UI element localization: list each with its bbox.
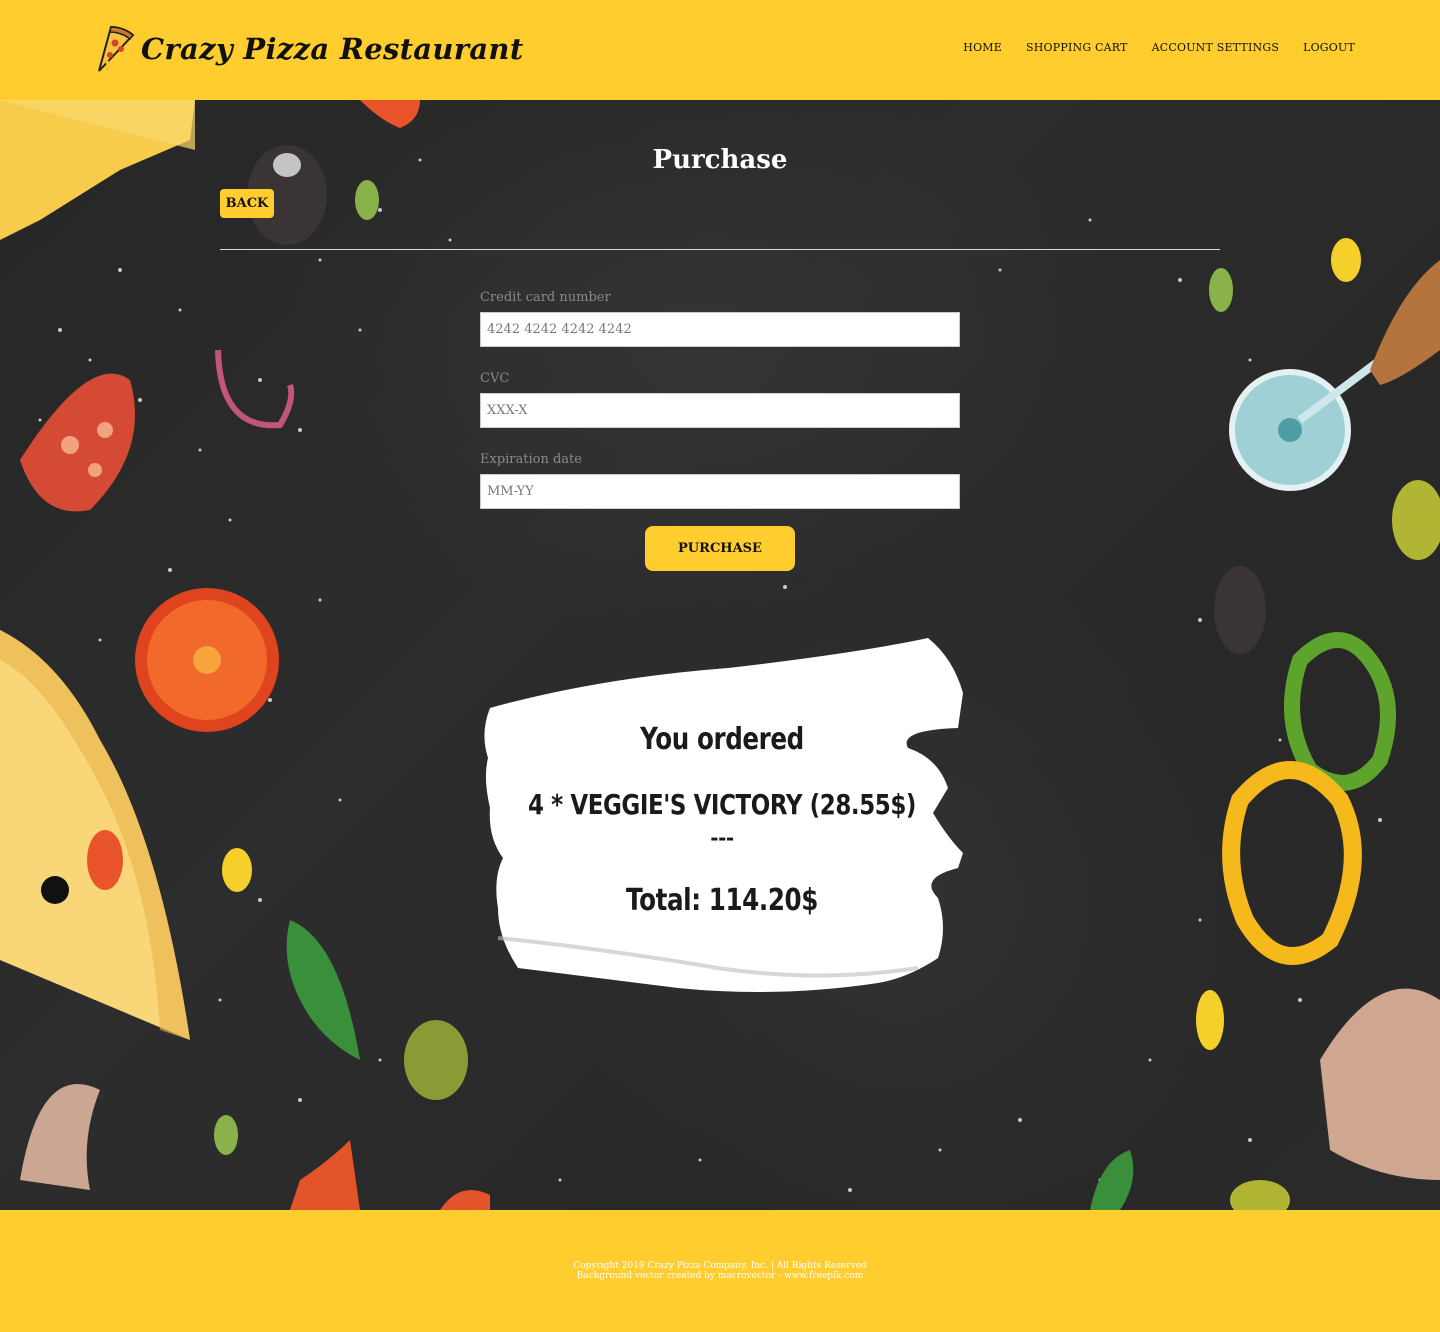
nav-logout[interactable]: LOGOUT [1303, 41, 1355, 54]
expiration-input[interactable] [480, 474, 960, 509]
divider [220, 249, 1220, 250]
brand[interactable]: Crazy Pizza Restaurant [93, 23, 524, 75]
payment-form: Credit card number CVC Expiration date [480, 290, 960, 533]
nav-shopping-cart[interactable]: SHOPPING CART [1026, 41, 1128, 54]
expiration-label: Expiration date [480, 452, 582, 467]
back-button[interactable]: BACK [220, 189, 274, 218]
main-nav: HOME SHOPPING CART ACCOUNT SETTINGS LOGO… [963, 41, 1355, 54]
nav-account-settings[interactable]: ACCOUNT SETTINGS [1152, 41, 1279, 54]
purchase-button[interactable]: PURCHASE [645, 526, 795, 571]
brand-title: Crazy Pizza Restaurant [141, 32, 524, 66]
site-header: Crazy Pizza Restaurant HOME SHOPPING CAR… [0, 0, 1440, 100]
order-item: 4 * VEGGIE'S VICTORY (28.55$) [528, 788, 916, 821]
order-total: Total: 114.20$ [626, 883, 818, 918]
order-heading: You ordered [640, 722, 804, 757]
cvc-input[interactable] [480, 393, 960, 428]
order-summary: You ordered 4 * VEGGIE'S VICTORY (28.55$… [478, 638, 966, 1000]
footer-credit[interactable]: Background vector created by macrovector… [0, 1271, 1440, 1281]
site-footer: Copyright 2019 Crazy Pizza Company, Inc.… [0, 1210, 1440, 1332]
page-title: Purchase [652, 145, 788, 175]
nav-home[interactable]: HOME [963, 41, 1002, 54]
order-separator: --- [710, 826, 734, 850]
pizza-slice-icon [98, 25, 135, 72]
footer-copyright: Copyright 2019 Crazy Pizza Company, Inc.… [573, 1261, 867, 1271]
card-number-label: Credit card number [480, 290, 611, 305]
cvc-label: CVC [480, 371, 510, 386]
card-number-input[interactable] [480, 312, 960, 347]
